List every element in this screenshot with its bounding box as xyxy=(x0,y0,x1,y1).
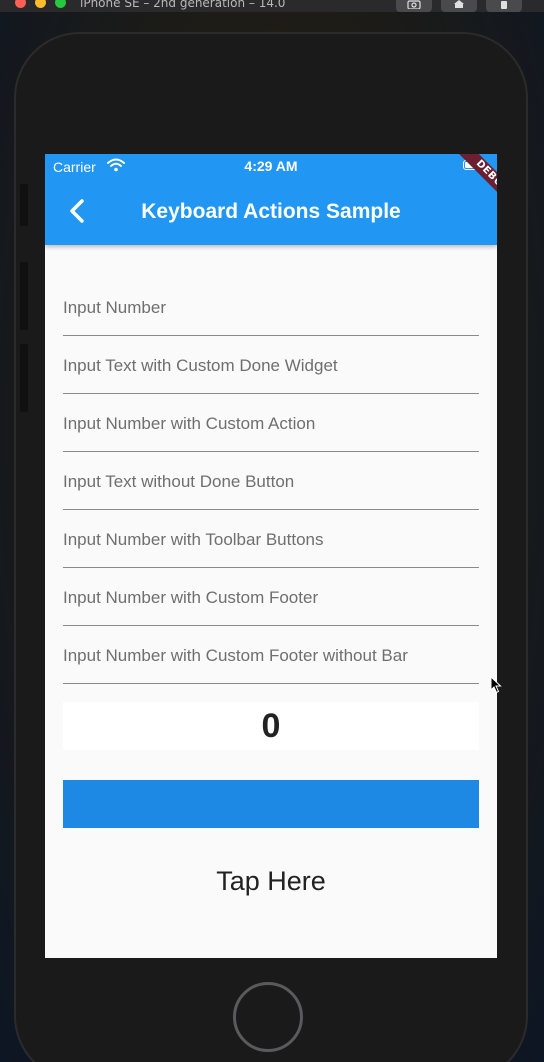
rotate-icon xyxy=(501,1,507,9)
field-label: Input Text with Custom Done Widget xyxy=(63,356,338,375)
volume-up-button xyxy=(20,262,28,330)
close-window-button[interactable] xyxy=(15,0,26,8)
minimize-window-button[interactable] xyxy=(35,0,46,8)
input-number-custom-action-field[interactable]: Input Number with Custom Action xyxy=(63,404,479,452)
home-sim-button[interactable] xyxy=(441,0,477,12)
app-bar: Carrier 4:29 AM Keyboard Actions Sample … xyxy=(45,154,497,245)
device-home-button[interactable] xyxy=(233,982,303,1052)
action-button[interactable] xyxy=(63,780,479,828)
input-number-custom-footer-field[interactable]: Input Number with Custom Footer xyxy=(63,578,479,626)
counter-value: 0 xyxy=(63,702,479,750)
volume-down-button xyxy=(20,344,28,412)
camera-icon xyxy=(407,0,421,10)
simulator-titlebar: iPhone SE – 2nd generation – 14.0 xyxy=(0,0,544,12)
input-number-toolbar-buttons-field[interactable]: Input Number with Toolbar Buttons xyxy=(63,520,479,568)
input-text-custom-done-field[interactable]: Input Text with Custom Done Widget xyxy=(63,346,479,394)
field-label: Input Number with Custom Footer xyxy=(63,588,319,607)
tap-here-label[interactable]: Tap Here xyxy=(45,866,497,897)
field-label: Input Number with Toolbar Buttons xyxy=(63,530,324,549)
input-text-no-done-field[interactable]: Input Text without Done Button xyxy=(63,462,479,510)
phone-screen: Carrier 4:29 AM Keyboard Actions Sample … xyxy=(45,154,497,958)
zoom-window-button[interactable] xyxy=(55,0,66,8)
status-bar: Carrier 4:29 AM xyxy=(45,154,497,179)
field-label: Input Number xyxy=(63,298,166,317)
field-label: Input Number with Custom Footer without … xyxy=(63,646,408,665)
screenshot-button[interactable] xyxy=(396,0,432,12)
field-label: Input Text without Done Button xyxy=(63,472,295,491)
status-time: 4:29 AM xyxy=(244,158,298,174)
mute-switch xyxy=(20,184,28,226)
input-number-custom-footer-no-bar-field[interactable]: Input Number with Custom Footer without … xyxy=(63,636,479,684)
page-title: Keyboard Actions Sample xyxy=(141,200,401,223)
input-number-field[interactable]: Input Number xyxy=(63,288,479,336)
field-label: Input Number with Custom Action xyxy=(63,414,316,433)
home-icon xyxy=(454,0,464,8)
rotate-button[interactable] xyxy=(486,0,522,12)
mouse-cursor-icon xyxy=(490,676,502,694)
simulator-title: iPhone SE – 2nd generation – 14.0 xyxy=(80,0,286,10)
